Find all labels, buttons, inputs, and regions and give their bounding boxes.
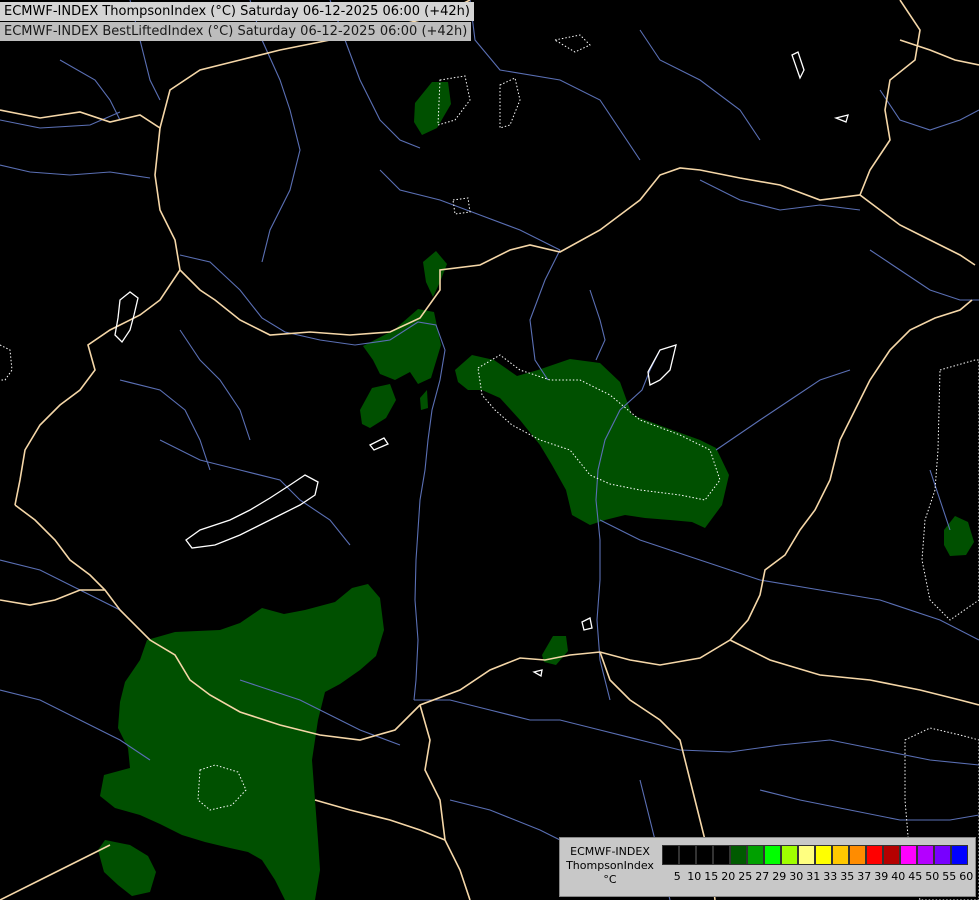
legend-swatch (747, 845, 764, 865)
legend-tick-label: 27 (755, 870, 770, 883)
legend-swatch (815, 845, 832, 865)
legend-swatch (866, 845, 883, 865)
legend-swatch (730, 845, 747, 865)
legend-tick-label: 60 (959, 870, 974, 883)
legend-tick-label: 37 (857, 870, 872, 883)
legend-tick-label: 33 (823, 870, 838, 883)
legend-tick-label: 15 (704, 870, 719, 883)
legend-swatch (764, 845, 781, 865)
weather-map (0, 0, 979, 900)
legend-tick-label: 25 (738, 870, 753, 883)
legend-swatch (662, 845, 679, 865)
legend-variable: ThompsonIndex (566, 859, 654, 872)
legend-label: ECMWF-INDEX ThompsonIndex °C (562, 845, 658, 887)
legend-swatches (662, 845, 968, 865)
legend-swatch (798, 845, 815, 865)
legend-tick-label: 39 (874, 870, 889, 883)
legend-tick-label: 45 (908, 870, 923, 883)
map-subtitle: ECMWF-INDEX BestLiftedIndex (°C) Saturda… (0, 22, 472, 41)
legend-tick-label: 55 (942, 870, 957, 883)
legend-unit: °C (603, 873, 617, 886)
legend-model: ECMWF-INDEX (570, 845, 650, 858)
legend-swatch (934, 845, 951, 865)
legend-tick-label: 20 (721, 870, 736, 883)
legend-tick-label: 30 (789, 870, 804, 883)
color-legend: ECMWF-INDEX ThompsonIndex °C 5 10 15 20 25 27… (559, 837, 976, 897)
legend-swatch (713, 845, 730, 865)
legend-tick-label: 10 (687, 870, 702, 883)
legend-tick-label: 35 (840, 870, 855, 883)
legend-tick-label: 29 (772, 870, 787, 883)
legend-tick-label: 50 (925, 870, 940, 883)
legend-swatch (900, 845, 917, 865)
legend-swatch (832, 845, 849, 865)
map-title: ECMWF-INDEX ThompsonIndex (°C) Saturday … (0, 2, 474, 21)
legend-swatch (849, 845, 866, 865)
legend-swatch (679, 845, 696, 865)
legend-tick-label: 5 (673, 870, 681, 883)
legend-swatch (696, 845, 713, 865)
legend-swatch (917, 845, 934, 865)
legend-swatch (781, 845, 798, 865)
legend-swatch (951, 845, 968, 865)
legend-tick-label: 40 (891, 870, 906, 883)
legend-swatch (883, 845, 900, 865)
legend-tick-label: 31 (806, 870, 821, 883)
